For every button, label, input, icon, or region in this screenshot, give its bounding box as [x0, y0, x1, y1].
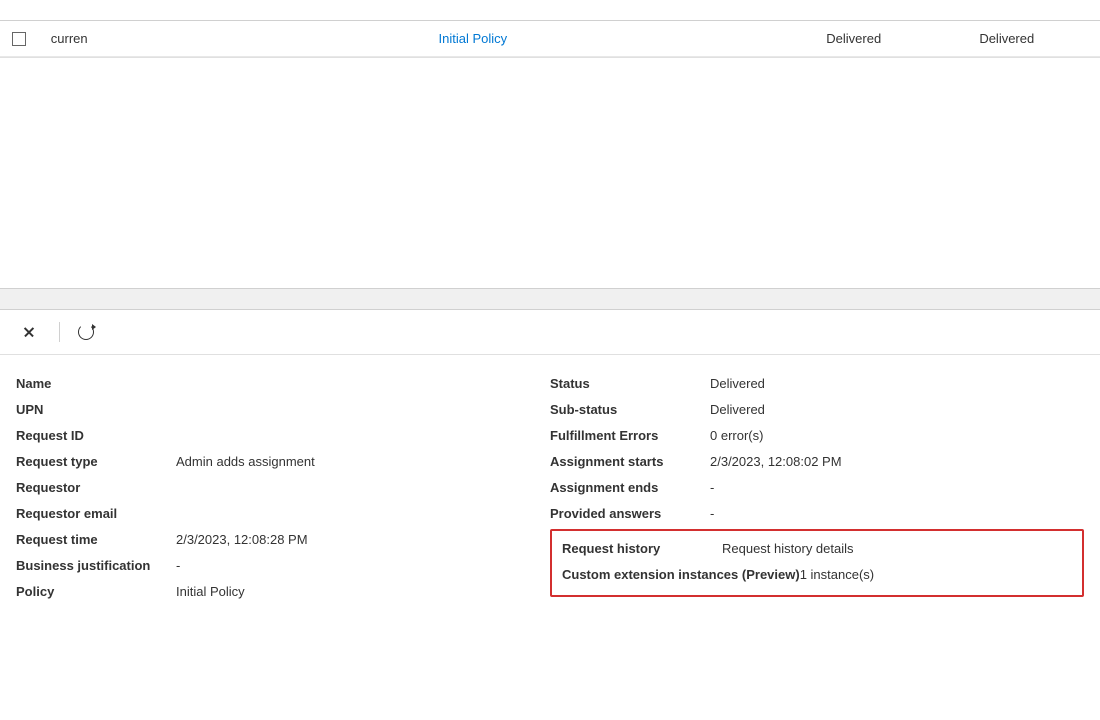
detail-value: - [710, 506, 714, 521]
detail-row: Requestor email [16, 501, 550, 527]
row-substatus: Delivered [967, 21, 1100, 57]
detail-row: UPN [16, 397, 550, 423]
detail-label: Requestor [16, 480, 176, 495]
cancel-request-button[interactable] [16, 321, 47, 343]
reprocess-request-button[interactable] [72, 320, 105, 344]
status-column-header [814, 0, 967, 21]
reprocess-icon [78, 324, 94, 340]
detail-label: UPN [16, 402, 176, 417]
row-checkbox[interactable] [12, 32, 26, 46]
detail-row: Assignment ends - [550, 475, 1084, 501]
detail-label: Request time [16, 532, 176, 547]
row-status: Delivered [814, 21, 967, 57]
detail-label: Sub-status [550, 402, 710, 417]
detail-row: Fulfillment Errors 0 error(s) [550, 423, 1084, 449]
row-policy[interactable]: Initial Policy [427, 21, 815, 57]
empty-content-area [0, 58, 1100, 288]
action-bar [0, 310, 1100, 355]
detail-label: Fulfillment Errors [550, 428, 710, 443]
detail-value: Admin adds assignment [176, 454, 315, 469]
policy-link[interactable]: Initial Policy [439, 31, 508, 46]
action-separator [59, 322, 60, 342]
detail-row: Assignment starts 2/3/2023, 12:08:02 PM [550, 449, 1084, 475]
row-name: curren [39, 21, 427, 57]
left-details-col: Name UPN Request ID Request type Admin a… [16, 371, 550, 605]
detail-row: Request time 2/3/2023, 12:08:28 PM [16, 527, 550, 553]
highlighted-label: Request history [562, 541, 722, 556]
policy-column-header [427, 0, 815, 21]
detail-value: 2/3/2023, 12:08:28 PM [176, 532, 308, 547]
detail-value: - [710, 480, 714, 495]
table-row: curren Initial Policy Delivered Delivere… [0, 21, 1100, 57]
detail-label: Request type [16, 454, 176, 469]
detail-row: Policy Initial Policy [16, 579, 550, 605]
request-details-header [0, 288, 1100, 310]
highlighted-details-box: Request history Request history details … [550, 529, 1084, 597]
detail-row: Name [16, 371, 550, 397]
detail-label: Assignment ends [550, 480, 710, 495]
name-column-header [39, 0, 427, 21]
highlighted-label: Custom extension instances (Preview) [562, 567, 800, 582]
detail-value: 0 error(s) [710, 428, 763, 443]
details-grid: Name UPN Request ID Request type Admin a… [0, 355, 1100, 621]
row-checkbox-cell[interactable] [0, 21, 39, 57]
detail-row: Request type Admin adds assignment [16, 449, 550, 475]
detail-label: Policy [16, 584, 176, 599]
detail-label: Business justification [16, 558, 176, 573]
detail-label: Name [16, 376, 176, 391]
right-details-col: Status Delivered Sub-status Delivered Fu… [550, 371, 1084, 605]
detail-row: Provided answers - [550, 501, 1084, 527]
policy-detail-link[interactable]: Initial Policy [176, 584, 245, 599]
detail-row: Status Delivered [550, 371, 1084, 397]
highlighted-link[interactable]: Request history details [722, 541, 854, 556]
detail-value: Delivered [710, 376, 765, 391]
highlighted-detail-row: Request history Request history details [562, 537, 1072, 563]
assignments-table-section: curren Initial Policy Delivered Delivere… [0, 0, 1100, 58]
detail-label: Request ID [16, 428, 176, 443]
substatus-column-header [967, 0, 1100, 21]
checkbox-header [0, 0, 39, 21]
detail-row: Sub-status Delivered [550, 397, 1084, 423]
detail-value: 2/3/2023, 12:08:02 PM [710, 454, 842, 469]
cancel-icon [22, 325, 36, 339]
detail-value: - [176, 558, 180, 573]
assignments-table: curren Initial Policy Delivered Delivere… [0, 0, 1100, 57]
highlighted-detail-row: Custom extension instances (Preview) 1 i… [562, 563, 1072, 589]
detail-label: Requestor email [16, 506, 176, 521]
detail-value: Delivered [710, 402, 765, 417]
detail-row: Request ID [16, 423, 550, 449]
detail-row: Requestor [16, 475, 550, 501]
highlighted-link[interactable]: 1 instance(s) [800, 567, 874, 582]
detail-label: Status [550, 376, 710, 391]
detail-label: Provided answers [550, 506, 710, 521]
detail-row: Business justification - [16, 553, 550, 579]
detail-label: Assignment starts [550, 454, 710, 469]
